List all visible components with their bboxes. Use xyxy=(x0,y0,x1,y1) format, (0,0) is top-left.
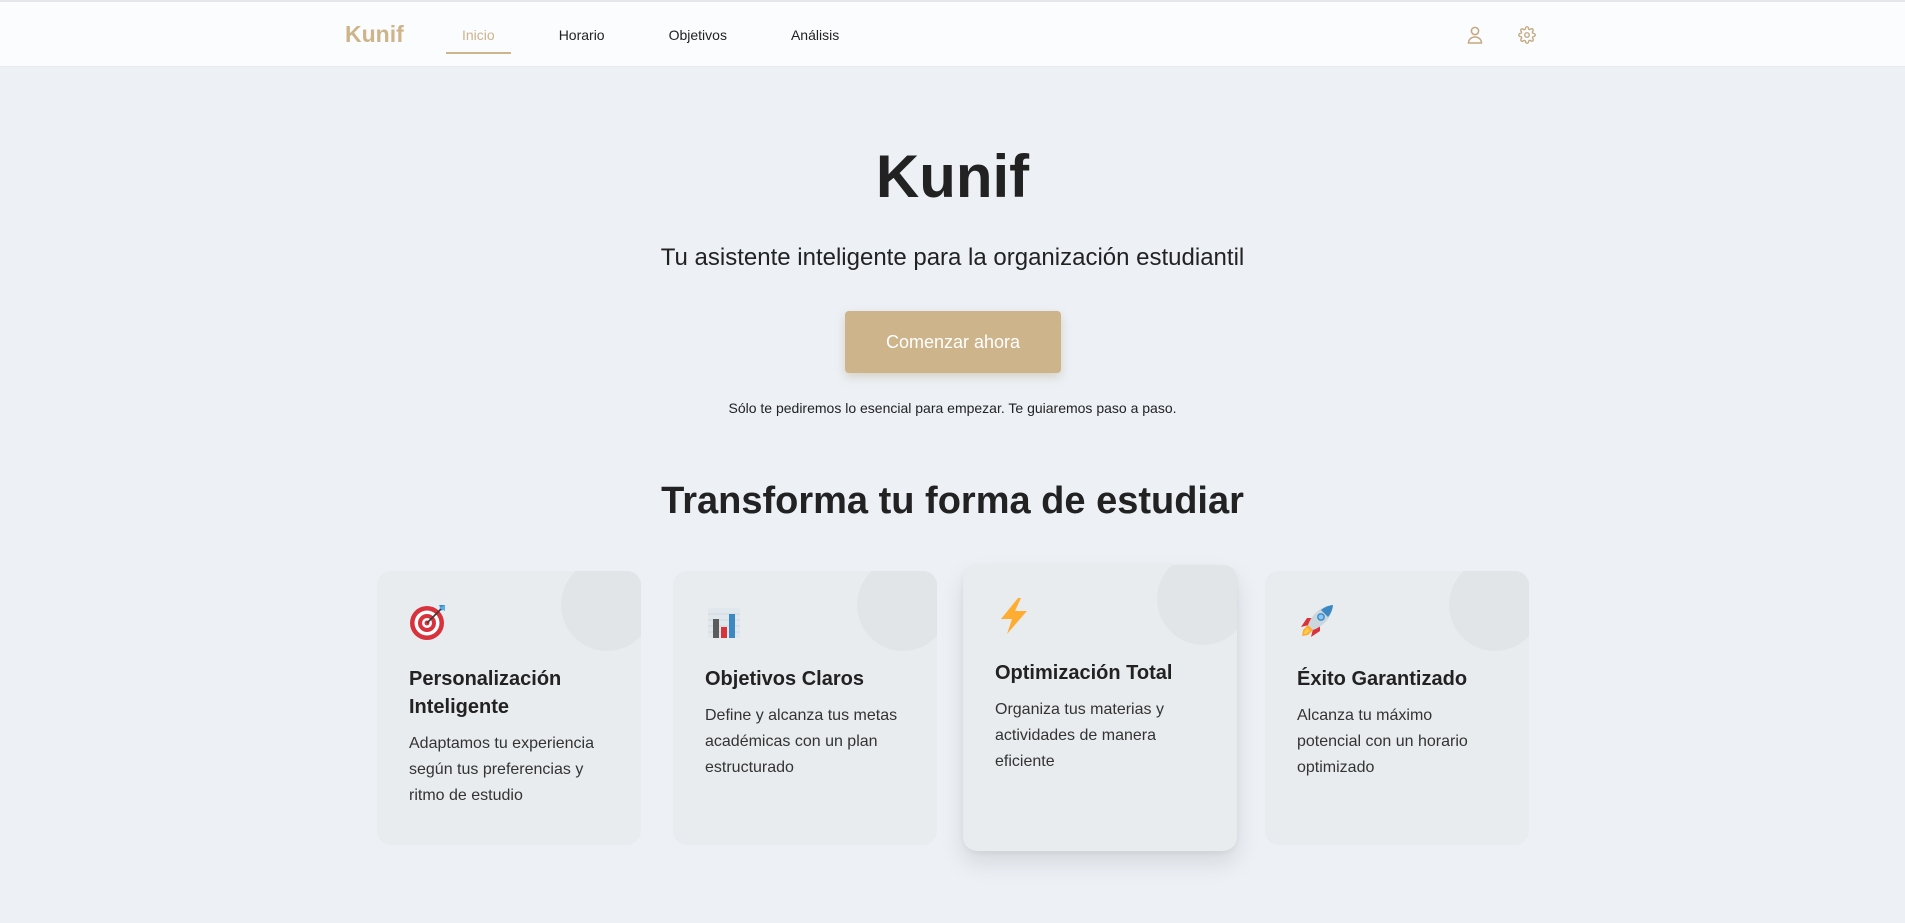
gear-icon[interactable] xyxy=(1517,25,1537,45)
card-title: Objetivos Claros xyxy=(705,668,864,690)
hero-hint: Sólo te pediremos lo esencial para empez… xyxy=(728,400,1177,416)
nav-item-inicio[interactable]: Inicio xyxy=(446,2,511,67)
card-description: Adaptamos tu experiencia según tus prefe… xyxy=(409,735,594,804)
feature-card-objetivos: Objetivos Claros Define y alcanza tus me… xyxy=(673,571,937,845)
user-icon[interactable] xyxy=(1465,25,1485,45)
card-title: Personalización Inteligente xyxy=(409,668,562,718)
brand-logo[interactable]: Kunif xyxy=(345,21,404,48)
card-title: Optimización Total xyxy=(995,662,1173,684)
card-description: Alcanza tu máximo potencial con un horar… xyxy=(1297,707,1468,776)
card-description: Organiza tus materias y actividades de m… xyxy=(995,701,1164,770)
start-now-button[interactable]: Comenzar ahora xyxy=(845,311,1061,373)
lightning-icon xyxy=(995,597,1033,635)
card-title: Éxito Garantizado xyxy=(1297,668,1468,690)
feature-card-exito: Éxito Garantizado Alcanza tu máximo pote… xyxy=(1265,571,1529,845)
card-description: Define y alcanza tus metas académicas co… xyxy=(705,707,898,776)
bar-chart-icon xyxy=(705,603,743,641)
target-icon xyxy=(409,603,447,641)
hero-subtitle: Tu asistente inteligente para la organiz… xyxy=(660,244,1245,271)
nav-item-objetivos[interactable]: Objetivos xyxy=(653,2,743,67)
hero-title: Kunif xyxy=(875,143,1030,210)
main-nav: Inicio Horario Objetivos Análisis xyxy=(446,2,887,67)
nav-item-analisis[interactable]: Análisis xyxy=(775,2,855,67)
nav-item-horario[interactable]: Horario xyxy=(543,2,621,67)
features-title: Transforma tu forma de estudiar xyxy=(661,480,1244,522)
rocket-icon xyxy=(1297,603,1335,641)
feature-card-personalizacion: Personalización Inteligente Adaptamos tu… xyxy=(377,571,641,845)
feature-card-optimizacion: Optimización Total Organiza tus materias… xyxy=(963,565,1237,851)
top-nav-bar: Kunif Inicio Horario Objetivos Análisis xyxy=(0,2,1905,67)
